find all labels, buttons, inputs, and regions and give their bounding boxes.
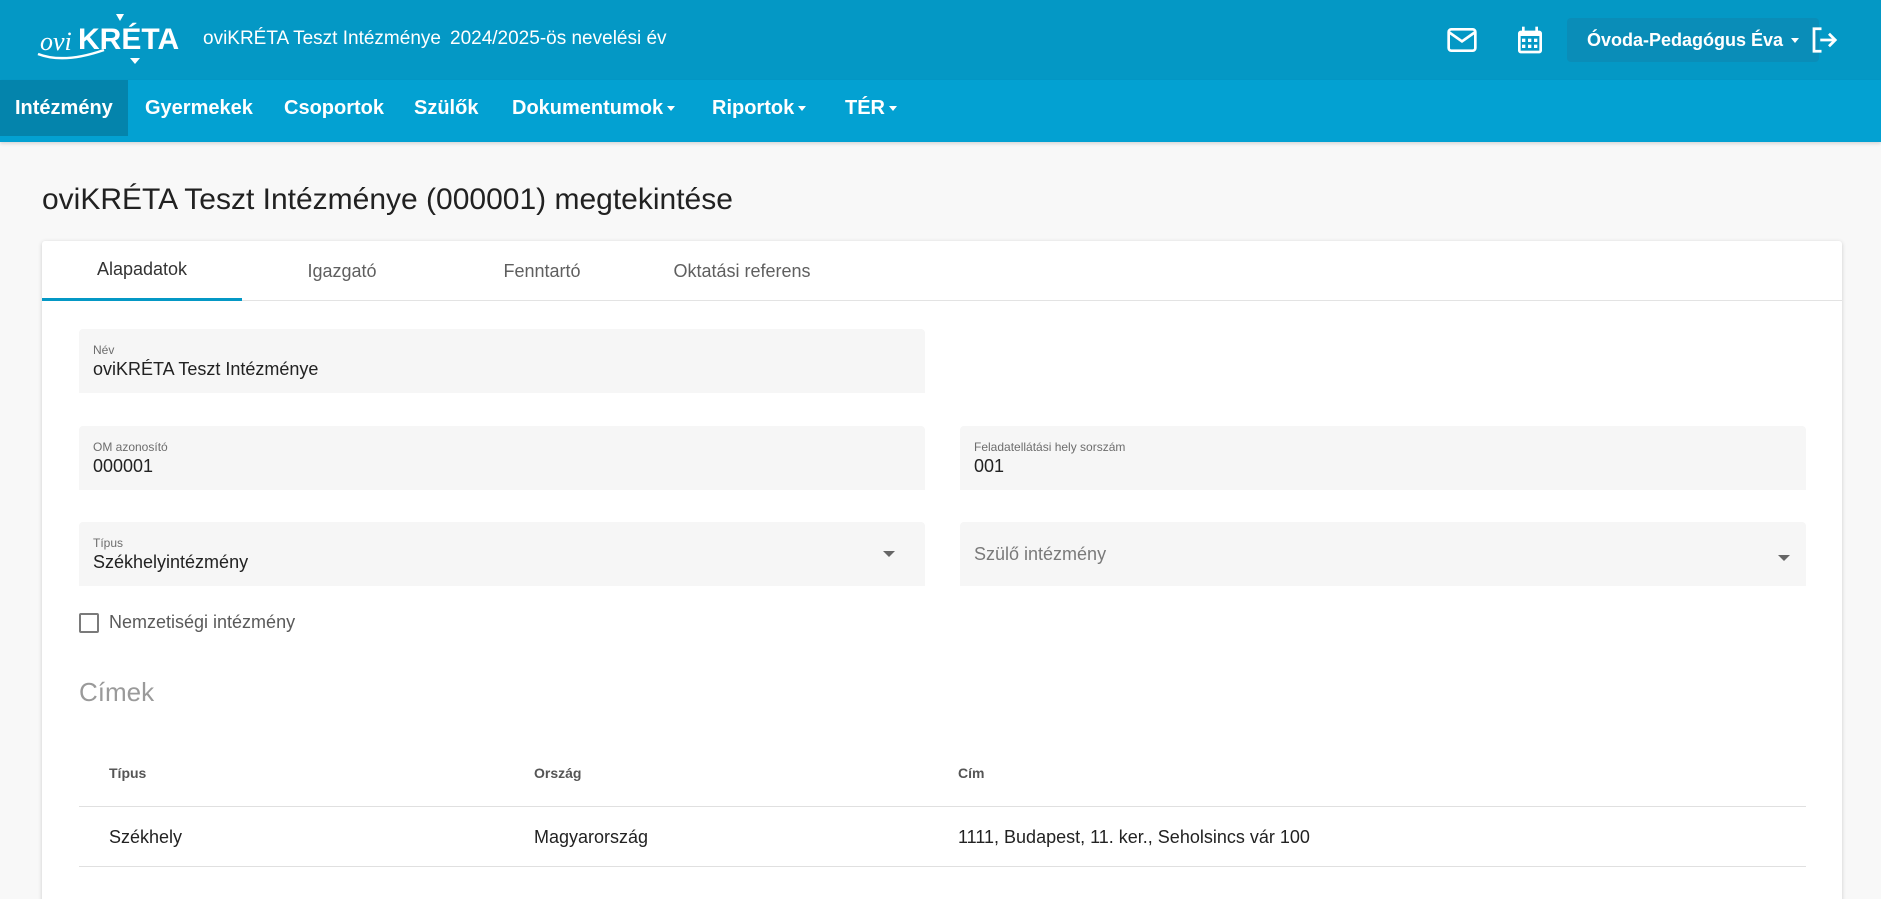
user-name: Óvoda-Pedagógus Éva (1587, 29, 1784, 50)
institution-card: Alapadatok Igazgató Fenntartó Oktatási r… (42, 241, 1842, 899)
nav-item-label: Gyermekek (145, 96, 253, 119)
nav-item-label: Csoportok (284, 96, 384, 119)
addresses-section-title: Címek (79, 677, 155, 707)
user-menu-button[interactable]: Óvoda-Pedagógus Éva (1567, 18, 1820, 62)
mail-icon[interactable] (1444, 22, 1480, 58)
addresses-table: Típus Ország Cím Székhely Magyarország 1… (79, 741, 1806, 867)
parent-institution-select[interactable]: Szülő intézmény (960, 522, 1806, 586)
column-header-country[interactable]: Ország (534, 765, 581, 781)
svg-text:ovi: ovi (40, 27, 72, 56)
nav-item-intezmeny[interactable]: Intézmény (0, 80, 128, 136)
main-nav: Intézmény Gyermekek Csoportok Szülők Dok… (0, 80, 1881, 142)
nav-item-riportok[interactable]: Riportok (697, 80, 821, 136)
tab-igazgato[interactable]: Igazgató (242, 241, 442, 301)
table-row[interactable]: Székhely Magyarország 1111, Budapest, 11… (79, 807, 1806, 867)
cell-address: 1111, Budapest, 11. ker., Seholsincs vár… (958, 827, 1310, 847)
om-id-field[interactable]: OM azonosító 000001 (79, 426, 925, 490)
column-header-address[interactable]: Cím (958, 765, 984, 781)
nav-item-ter[interactable]: TÉR (830, 80, 912, 136)
nav-item-label: Intézmény (15, 96, 113, 119)
svg-text:KRÉTA: KRÉTA (78, 22, 179, 56)
tab-fenntarto[interactable]: Fenntartó (442, 241, 642, 301)
cell-type: Székhely (109, 827, 183, 847)
nationality-label: Nemzetiségi intézmény (109, 612, 296, 632)
site-number-label: Feladatellátási hely sorszám (974, 440, 1126, 454)
logout-icon[interactable] (1806, 22, 1842, 58)
table-header: Típus Ország Cím (79, 741, 1806, 807)
tab-bar: Alapadatok Igazgató Fenntartó Oktatási r… (42, 241, 1842, 301)
om-id-label: OM azonosító (93, 440, 168, 454)
name-field[interactable]: Név oviKRÉTA Teszt Intézménye (79, 329, 925, 393)
nav-item-label: Riportok (712, 96, 795, 119)
chevron-down-icon (667, 105, 676, 111)
cell-country: Magyarország (534, 827, 649, 847)
column-header-type[interactable]: Típus (109, 765, 146, 781)
page-title: oviKRÉTA Teszt Intézménye (000001) megte… (42, 183, 733, 216)
header-school-year: 2024/2025-ös nevelési év (450, 28, 667, 49)
header-institution-name: oviKRÉTA Teszt Intézménye (203, 28, 441, 49)
dropdown-arrow-icon (1778, 555, 1790, 561)
nav-item-label: TÉR (845, 96, 885, 119)
chevron-down-icon (1791, 37, 1800, 43)
name-label: Név (93, 343, 115, 357)
nav-item-label: Szülők (414, 96, 479, 119)
ovikreta-logo[interactable]: ovi KRÉTA (34, 12, 186, 68)
nav-item-gyermekek[interactable]: Gyermekek (130, 80, 268, 136)
name-value: oviKRÉTA Teszt Intézménye (93, 359, 319, 379)
site-number-field[interactable]: Feladatellátási hely sorszám 001 (960, 426, 1806, 490)
nav-item-csoportok[interactable]: Csoportok (269, 80, 399, 136)
parent-institution-placeholder: Szülő intézmény (974, 544, 1107, 564)
nationality-checkbox[interactable] (79, 612, 99, 633)
nav-item-dokumentumok[interactable]: Dokumentumok (497, 80, 690, 136)
chevron-down-icon (798, 105, 807, 111)
om-id-value: 000001 (93, 456, 154, 476)
nationality-checkbox-row[interactable]: Nemzetiségi intézmény (79, 612, 295, 633)
nav-item-label: Dokumentumok (512, 96, 664, 119)
chevron-down-icon (889, 105, 897, 111)
calendar-icon[interactable] (1512, 22, 1548, 58)
site-number-value: 001 (974, 456, 1005, 476)
type-value: Székhelyintézmény (93, 552, 249, 572)
tab-alapadatok[interactable]: Alapadatok (42, 241, 242, 301)
dropdown-arrow-icon (883, 551, 895, 557)
type-select[interactable]: Típus Székhelyintézmény (79, 522, 925, 586)
nav-item-szulok[interactable]: Szülők (399, 80, 493, 136)
top-header: ovi KRÉTA oviKRÉTA Teszt Intézménye 2024… (0, 0, 1881, 80)
type-label: Típus (93, 536, 124, 550)
tab-oktatasi-referens[interactable]: Oktatási referens (642, 241, 842, 301)
